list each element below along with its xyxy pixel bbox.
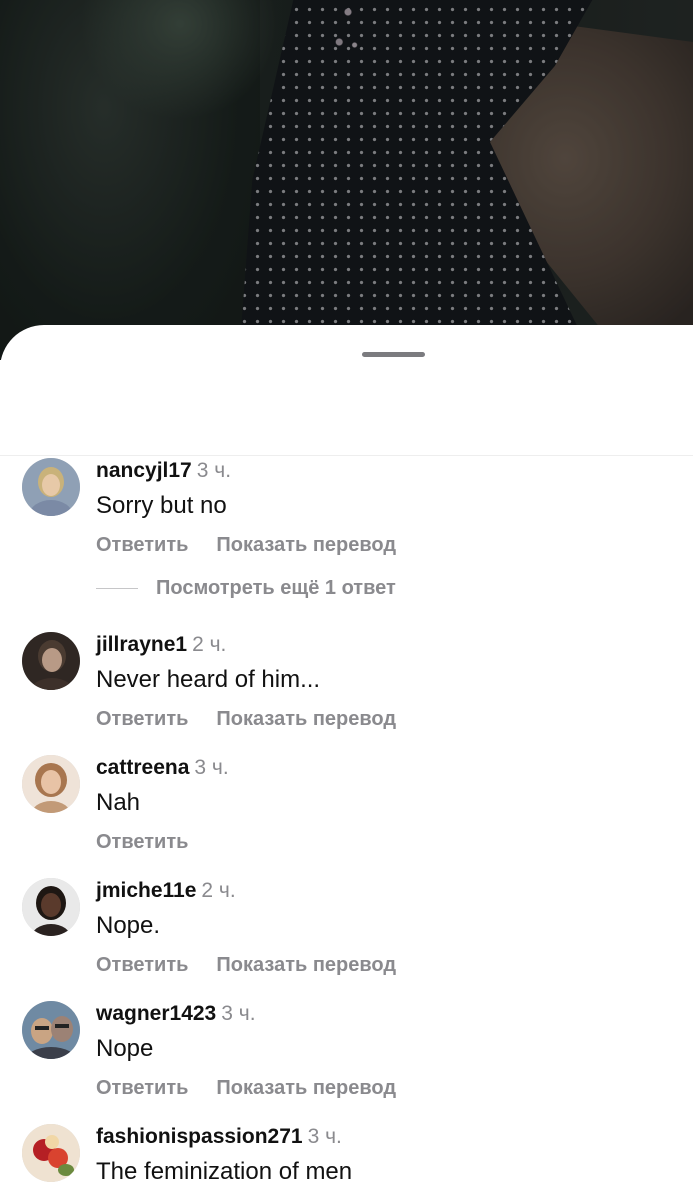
show-translation-button[interactable]: Показать перевод [216, 954, 396, 976]
comment-text: Nope. [96, 912, 161, 939]
comment-time: 2 ч. [192, 633, 227, 656]
comment-username[interactable]: nancyjl17 [96, 459, 192, 482]
comment-actions: Ответить Показать перевод [96, 707, 396, 731]
photo-dim-overlay[interactable] [0, 0, 693, 360]
reply-button[interactable]: Ответить [96, 1077, 188, 1099]
comment-header: wagner1423 3 ч. [96, 1001, 256, 1027]
view-more-replies-button[interactable]: Посмотреть ещё 1 ответ [96, 575, 396, 601]
comment-actions: Ответить Показать перевод [96, 953, 396, 977]
comment-text: Never heard of him... [96, 666, 321, 693]
comment-username[interactable]: jillrayne1 [96, 633, 187, 656]
comment-username[interactable]: wagner1423 [96, 1002, 216, 1025]
comment-header: jillrayne1 2 ч. [96, 632, 226, 658]
post-photo [0, 0, 693, 360]
comment-text: Nah [96, 789, 141, 816]
avatar-image-icon [22, 458, 80, 516]
comment-time: 2 ч. [201, 879, 236, 902]
reply-button[interactable]: Ответить [96, 534, 188, 556]
sheet-header-divider [0, 455, 693, 456]
avatar-image-icon [22, 1124, 80, 1182]
show-translation-button[interactable]: Показать перевод [216, 708, 396, 730]
comment-username[interactable]: fashionispassion271 [96, 1125, 303, 1148]
comment-time: 3 ч. [196, 459, 232, 482]
comment-actions: Ответить [96, 830, 188, 854]
replies-divider-line [96, 588, 138, 590]
avatar[interactable] [22, 755, 80, 813]
reply-button[interactable]: Ответить [96, 831, 188, 853]
avatar-image-icon [22, 755, 80, 813]
reply-button[interactable]: Ответить [96, 954, 188, 976]
comment-header: jmiche11e 2 ч. [96, 878, 236, 904]
comment-actions: Ответить Показать перевод [96, 533, 396, 557]
avatar-image-icon [22, 878, 80, 936]
comment-time: 3 ч. [307, 1125, 342, 1148]
avatar-image-icon [22, 1001, 80, 1059]
avatar[interactable] [22, 1001, 80, 1059]
show-translation-button[interactable]: Показать перевод [216, 534, 396, 556]
comment-text: Sorry but no [96, 492, 227, 519]
comment-text: The feminization of men [96, 1158, 353, 1185]
sheet-drag-handle[interactable] [362, 352, 425, 357]
comment-actions: Ответить Показать перевод [96, 1076, 396, 1100]
comment-header: nancyjl17 3 ч. [96, 458, 231, 484]
comment-text: Nope [96, 1035, 154, 1062]
comment-time: 3 ч. [194, 756, 229, 779]
comment-header: fashionispassion271 3 ч. [96, 1124, 342, 1150]
comment-header: cattreena 3 ч. [96, 755, 229, 781]
avatar[interactable] [22, 458, 80, 516]
avatar[interactable] [22, 1124, 80, 1182]
avatar-image-icon [22, 632, 80, 690]
comment-username[interactable]: jmiche11e [96, 879, 196, 902]
view-more-replies-label: Посмотреть ещё 1 ответ [156, 577, 396, 599]
avatar[interactable] [22, 878, 80, 936]
avatar[interactable] [22, 632, 80, 690]
comment-username[interactable]: cattreena [96, 756, 189, 779]
show-translation-button[interactable]: Показать перевод [216, 1077, 396, 1099]
reply-button[interactable]: Ответить [96, 708, 188, 730]
comment-time: 3 ч. [221, 1002, 256, 1025]
